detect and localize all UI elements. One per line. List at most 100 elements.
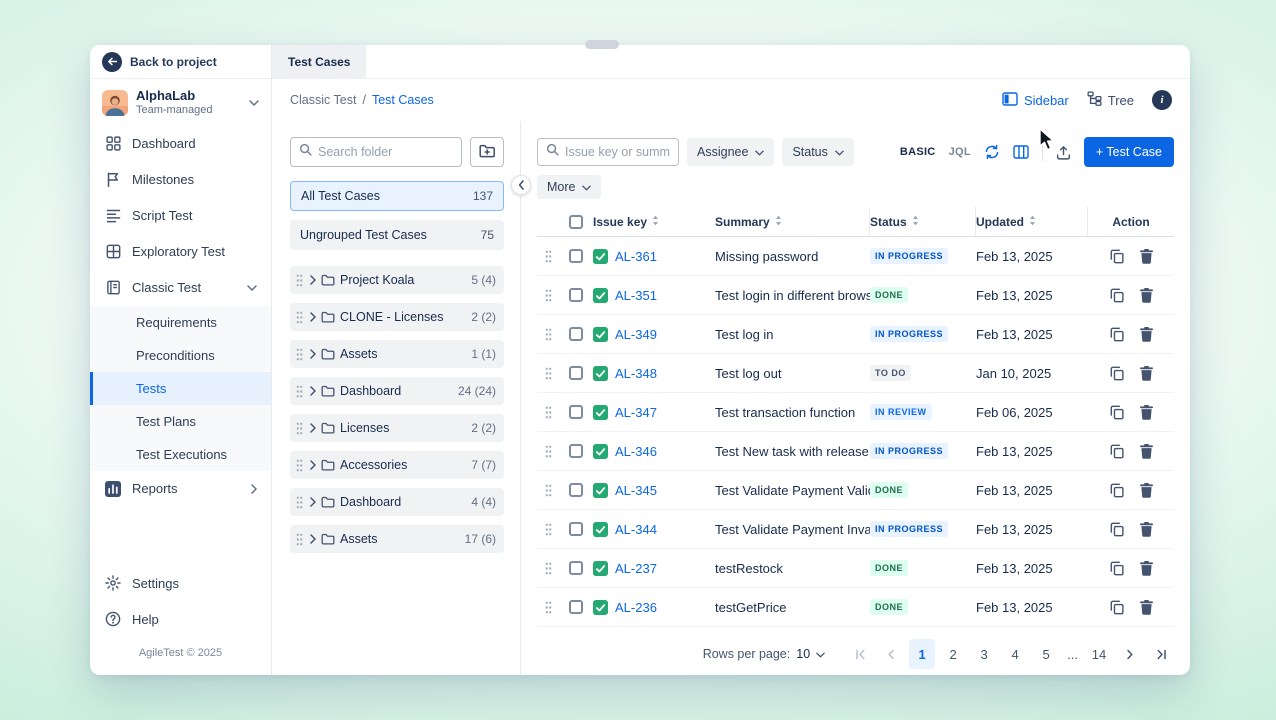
row-checkbox[interactable] [569, 522, 583, 536]
header-updated[interactable]: Updated [976, 207, 1088, 236]
drag-handle-icon[interactable] [543, 523, 554, 536]
drag-handle-icon[interactable] [543, 562, 554, 575]
issue-key-link[interactable]: AL-344 [615, 522, 657, 537]
copy-icon[interactable] [1110, 288, 1124, 303]
issue-search-input[interactable] [565, 145, 670, 159]
page-button-5[interactable]: 5 [1033, 639, 1059, 669]
tab-test-cases[interactable]: Test Cases [272, 45, 366, 78]
page-button-2[interactable]: 2 [940, 639, 966, 669]
copy-icon[interactable] [1110, 600, 1124, 615]
row-checkbox[interactable] [569, 366, 583, 380]
delete-icon[interactable] [1140, 366, 1153, 381]
delete-icon[interactable] [1140, 444, 1153, 459]
folder-search[interactable] [290, 137, 462, 167]
project-switcher[interactable]: AlphaLab Team-managed [90, 79, 271, 126]
issue-key-link[interactable]: AL-349 [615, 327, 657, 342]
drag-handle-icon[interactable] [294, 274, 305, 287]
next-page-button[interactable] [1117, 639, 1143, 669]
sidebar-item-settings[interactable]: Settings [90, 565, 271, 601]
drag-handle-icon[interactable] [543, 601, 554, 614]
page-button-4[interactable]: 4 [1002, 639, 1028, 669]
folder-search-input[interactable] [318, 145, 453, 159]
jql-mode-toggle[interactable]: JQL [949, 146, 971, 158]
sidebar-item-reports[interactable]: Reports [90, 471, 271, 507]
info-button[interactable]: i [1152, 90, 1172, 110]
row-checkbox[interactable] [569, 249, 583, 263]
tree-view-button[interactable]: Tree [1087, 91, 1134, 109]
issue-key-link[interactable]: AL-347 [615, 405, 657, 420]
row-checkbox[interactable] [569, 288, 583, 302]
drag-handle-icon[interactable] [294, 348, 305, 361]
sidebar-item-preconditions[interactable]: Preconditions [90, 339, 271, 372]
issue-key-link[interactable]: AL-361 [615, 249, 657, 264]
drag-handle-icon[interactable] [543, 250, 554, 263]
drag-handle-icon[interactable] [543, 484, 554, 497]
columns-button[interactable] [1013, 145, 1029, 159]
folder-row-licenses[interactable]: Licenses2 (2) [290, 414, 504, 442]
export-button[interactable] [1056, 145, 1071, 160]
sidebar-item-test-executions[interactable]: Test Executions [90, 438, 271, 471]
issue-key-link[interactable]: AL-345 [615, 483, 657, 498]
refresh-button[interactable] [984, 144, 1000, 160]
issue-key-link[interactable]: AL-346 [615, 444, 657, 459]
drag-handle-icon[interactable] [294, 311, 305, 324]
drag-handle-icon[interactable] [294, 385, 305, 398]
sidebar-item-classic-test[interactable]: Classic Test [90, 270, 271, 306]
select-all-checkbox[interactable] [569, 215, 583, 229]
delete-icon[interactable] [1140, 600, 1153, 615]
chevron-right-icon[interactable] [310, 497, 316, 507]
folder-row-accessories[interactable]: Accessories7 (7) [290, 451, 504, 479]
status-filter-button[interactable]: Status [782, 138, 853, 166]
drag-handle-icon[interactable] [543, 328, 554, 341]
chevron-right-icon[interactable] [310, 349, 316, 359]
drag-handle-icon[interactable] [543, 367, 554, 380]
chevron-right-icon[interactable] [310, 423, 316, 433]
delete-icon[interactable] [1140, 405, 1153, 420]
drag-handle-icon[interactable] [294, 533, 305, 546]
copy-icon[interactable] [1110, 483, 1124, 498]
copy-icon[interactable] [1110, 522, 1124, 537]
delete-icon[interactable] [1140, 483, 1153, 498]
delete-icon[interactable] [1140, 288, 1153, 303]
add-folder-button[interactable] [470, 137, 504, 167]
sidebar-item-exploratory-test[interactable]: Exploratory Test [90, 234, 271, 270]
collapse-panel-button[interactable] [511, 175, 531, 195]
copy-icon[interactable] [1110, 405, 1124, 420]
folder-row-assets[interactable]: Assets1 (1) [290, 340, 504, 368]
header-summary[interactable]: Summary [715, 207, 870, 236]
header-status[interactable]: Status [870, 207, 976, 236]
all-test-cases-item[interactable]: All Test Cases 137 [290, 181, 504, 211]
drag-handle-icon[interactable] [543, 289, 554, 302]
header-issue-key[interactable]: Issue key [593, 207, 715, 236]
sidebar-item-milestones[interactable]: Milestones [90, 162, 271, 198]
folder-row-dashboard[interactable]: Dashboard4 (4) [290, 488, 504, 516]
delete-icon[interactable] [1140, 522, 1153, 537]
breadcrumb-parent[interactable]: Classic Test [290, 93, 356, 107]
issue-search[interactable] [537, 138, 679, 166]
folder-row-project-koala[interactable]: Project Koala5 (4) [290, 266, 504, 294]
sidebar-view-button[interactable]: Sidebar [1002, 92, 1069, 109]
rows-per-page-select[interactable]: Rows per page: 10 [703, 647, 825, 661]
sidebar-item-help[interactable]: Help [90, 601, 271, 637]
chevron-right-icon[interactable] [310, 275, 316, 285]
sidebar-item-requirements[interactable]: Requirements [90, 306, 271, 339]
basic-mode-toggle[interactable]: BASIC [900, 146, 936, 158]
more-filters-button[interactable]: More [537, 175, 601, 199]
chevron-right-icon[interactable] [310, 460, 316, 470]
folder-row-dashboard[interactable]: Dashboard24 (24) [290, 377, 504, 405]
row-checkbox[interactable] [569, 561, 583, 575]
delete-icon[interactable] [1140, 561, 1153, 576]
ungrouped-test-cases-item[interactable]: Ungrouped Test Cases 75 [290, 220, 504, 250]
page-button-14[interactable]: 14 [1086, 639, 1112, 669]
assignee-filter-button[interactable]: Assignee [687, 138, 774, 166]
folder-row-assets[interactable]: Assets17 (6) [290, 525, 504, 553]
copy-icon[interactable] [1110, 444, 1124, 459]
first-page-button[interactable] [847, 639, 873, 669]
sidebar-item-test-plans[interactable]: Test Plans [90, 405, 271, 438]
row-checkbox[interactable] [569, 600, 583, 614]
drag-handle-icon[interactable] [294, 459, 305, 472]
last-page-button[interactable] [1148, 639, 1174, 669]
page-button-1[interactable]: 1 [909, 639, 935, 669]
copy-icon[interactable] [1110, 249, 1124, 264]
drag-handle-icon[interactable] [543, 406, 554, 419]
